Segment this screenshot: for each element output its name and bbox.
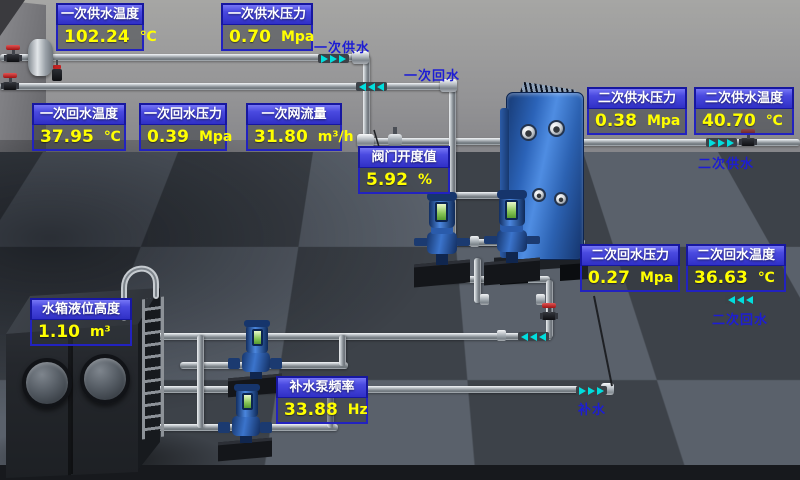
pipe-tag-secondary-supply: 二次供水	[698, 153, 754, 172]
valve-icon[interactable]	[4, 45, 22, 62]
meter-label: 阀门开度值	[358, 146, 450, 168]
tank-hatch-icon	[22, 358, 72, 408]
makeup-pump-2[interactable]	[216, 384, 276, 458]
flow-arrows-right-icon	[576, 386, 607, 395]
flow-arrows-right-icon	[706, 138, 737, 147]
circulation-pump-1[interactable]	[414, 190, 470, 286]
meter-unit: m³	[90, 324, 111, 340]
meter-label: 一次供水压力	[221, 3, 313, 25]
meter-label: 补水泵频率	[276, 376, 368, 398]
meter-unit: ℃	[104, 129, 121, 145]
pipe-riser-5	[339, 335, 346, 366]
meter-value: 37.95	[40, 127, 94, 147]
flow-arrows-left-icon	[356, 82, 387, 91]
pipe-tag-primary-return: 一次回水	[404, 65, 460, 84]
meter-value: 0.38	[595, 111, 637, 131]
meter-unit: ℃	[758, 270, 775, 286]
valve-icon[interactable]	[1, 73, 19, 90]
air-separator	[28, 39, 53, 76]
meter-unit: ℃	[766, 113, 783, 129]
meter-label: 二次供水压力	[587, 87, 687, 109]
meter-primary-supply-temp: 一次供水温度 102.24℃	[56, 3, 144, 51]
meter-value: 0.39	[147, 127, 189, 147]
meter-value: 40.70	[702, 111, 756, 131]
pipe-tag-primary-supply: 一次供水	[314, 37, 370, 56]
meter-value: 33.88	[284, 400, 338, 420]
meter-label: 一次网流量	[246, 103, 342, 125]
meter-unit: Mpa	[281, 29, 314, 45]
valve-icon[interactable]	[540, 303, 558, 320]
meter-secondary-return-temp: 二次回水温度 36.63 ℃	[686, 244, 786, 292]
circulation-pump-2[interactable]	[484, 188, 540, 284]
meter-unit: Hz	[348, 402, 368, 418]
meter-label: 二次回水压力	[580, 244, 680, 266]
tank-hatch-icon	[80, 354, 130, 404]
meter-tank-level: 水箱液位高度 1.10 m³	[30, 298, 132, 346]
meter-primary-return-pressure: 一次回水压力 0.39Mpa	[139, 103, 227, 151]
tank-panel-seam	[71, 328, 73, 474]
meter-label: 一次供水温度	[56, 3, 144, 25]
hx-port-icon	[548, 120, 565, 137]
meter-secondary-supply-temp: 二次供水温度 40.70 ℃	[694, 87, 794, 135]
hx-port-icon	[554, 192, 568, 206]
meter-value: 0.27	[588, 268, 630, 288]
meter-unit: Mpa	[647, 113, 680, 129]
pipe-coupling	[470, 236, 479, 247]
meter-label: 二次供水温度	[694, 87, 794, 109]
meter-unit: ℃	[140, 29, 157, 45]
meter-secondary-supply-pressure: 二次供水压力 0.38 Mpa	[587, 87, 687, 135]
hx-port-icon	[520, 124, 537, 141]
meter-primary-return-temp: 一次回水温度 37.95 ℃	[32, 103, 126, 151]
pipe-riser-4	[197, 335, 204, 428]
meter-unit: m³/h	[318, 129, 354, 145]
meter-value: 1.10	[38, 322, 80, 342]
meter-value: 102.24	[64, 27, 130, 47]
meter-makeup-pump-freq: 补水泵频率 33.88 Hz	[276, 376, 368, 424]
meter-value: 31.80	[254, 127, 308, 147]
control-valve-icon[interactable]	[386, 127, 404, 146]
meter-label: 二次回水温度	[686, 244, 786, 266]
meter-unit: Mpa	[640, 270, 673, 286]
meter-value: 0.70	[229, 27, 271, 47]
meter-unit: Mpa	[199, 129, 232, 145]
meter-value: 5.92	[366, 170, 408, 190]
meter-unit: %	[418, 172, 432, 188]
meter-valve-opening: 阀门开度值 5.92%	[358, 146, 450, 194]
pipe-tag-makeup: 补水	[578, 399, 606, 418]
hmi-scene: 一次供水 一次回水 二次供水 二次回水 补水 一次供水温度 102.24℃ 一次…	[0, 0, 800, 480]
meter-value: 36.63	[694, 268, 748, 288]
pipe-secondary-return-run	[120, 333, 552, 340]
meter-primary-flow: 一次网流量 31.80m³/h	[246, 103, 342, 151]
pipe-coupling	[497, 330, 506, 341]
meter-secondary-return-pressure: 二次回水压力 0.27 Mpa	[580, 244, 680, 292]
meter-label: 一次回水压力	[139, 103, 227, 125]
pipe-tag-secondary-return: 二次回水	[712, 309, 768, 328]
meter-label: 水箱液位高度	[30, 298, 132, 320]
flow-arrows-left-icon	[518, 332, 549, 341]
meter-label: 一次回水温度	[32, 103, 126, 125]
pipe-supply-drop	[363, 56, 370, 142]
meter-primary-supply-pressure: 一次供水压力 0.70 Mpa	[221, 3, 313, 51]
pipe-coupling	[480, 294, 489, 305]
flow-arrows-left-icon	[725, 295, 756, 304]
